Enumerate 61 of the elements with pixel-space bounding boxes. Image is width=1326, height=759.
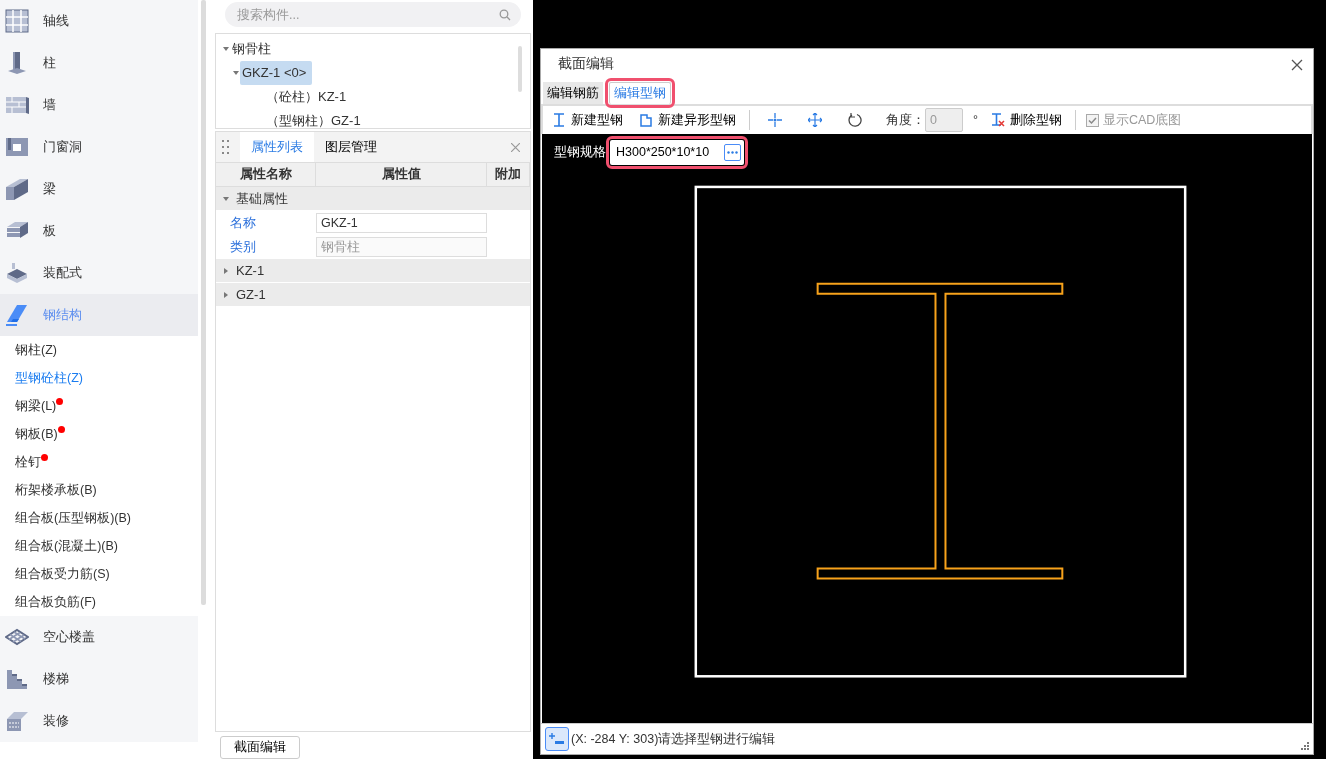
zoom-toggle-button[interactable] — [545, 727, 569, 751]
finish-icon — [5, 709, 29, 733]
column-header: 附加 — [487, 163, 530, 187]
property-name: 名称 — [229, 214, 257, 233]
toolbar-button[interactable]: 新建异形型钢 — [636, 110, 739, 130]
sidebar-item[interactable]: 装配式 — [0, 252, 198, 294]
sidebar-item[interactable]: 空心楼盖 — [0, 616, 198, 658]
opening-icon — [5, 135, 29, 159]
plus-minus-icon — [549, 732, 565, 746]
crosshair-icon[interactable] — [768, 113, 782, 127]
tree-node[interactable]: GKZ-1 <0> — [240, 61, 313, 85]
status-text: (X: -284 Y: 303)请选择型钢进行编辑 — [571, 730, 776, 748]
column-header: 属性名称 — [216, 163, 316, 187]
search-field[interactable]: 搜索构件... — [225, 2, 521, 27]
property-group[interactable]: KZ-1 — [216, 259, 530, 283]
prefab-icon — [5, 261, 29, 285]
grid-icon — [5, 9, 29, 33]
property-group[interactable]: 基础属性 — [216, 187, 530, 211]
sidebar-item[interactable]: 轴线 — [0, 0, 198, 42]
drag-handle-icon — [222, 140, 230, 154]
unit-label: ° — [973, 111, 978, 129]
section-edit-button[interactable]: 截面编辑 — [220, 736, 300, 759]
sidebar-item[interactable]: 装修 — [0, 700, 198, 742]
dialog-title: 截面编辑 — [558, 55, 614, 74]
sidebar-item[interactable]: 门窗洞 — [0, 126, 198, 168]
search-icon — [499, 9, 511, 21]
more-button[interactable] — [724, 143, 741, 161]
sidebar-item[interactable]: 柱 — [0, 42, 198, 84]
sidebar-item[interactable]: 墙 — [0, 84, 198, 126]
dialog-tab[interactable]: 编辑钢筋 — [543, 82, 603, 104]
toolbar-button[interactable]: 删除型钢 — [988, 110, 1065, 130]
sidebar-item[interactable]: 楼梯 — [0, 658, 198, 700]
column-header: 属性值 — [316, 163, 487, 187]
tree-node[interactable]: 钢骨柱 — [230, 37, 277, 61]
checkbox-icon — [1086, 113, 1099, 127]
steel-beam-icon — [5, 303, 29, 327]
move-icon[interactable] — [808, 113, 822, 127]
beam-icon — [5, 177, 29, 201]
scrollbar[interactable] — [201, 0, 206, 605]
stairs-icon — [5, 667, 29, 691]
rotate-icon[interactable] — [848, 113, 862, 127]
property-group[interactable]: GZ-1 — [216, 283, 530, 307]
property-value-field[interactable]: GKZ-1 — [316, 213, 487, 233]
shape-icon — [639, 113, 653, 127]
property-value-field: 钢骨柱 — [316, 237, 487, 257]
i-beam-icon — [552, 113, 566, 127]
property-name: 类别 — [229, 238, 257, 257]
tree-node[interactable]: （型钢柱）GZ-1 — [264, 109, 367, 128]
panel-tab[interactable]: 属性列表 — [240, 132, 314, 162]
field-label: 角度： — [886, 111, 925, 129]
toolbar-button[interactable]: 新建型钢 — [549, 110, 626, 130]
panel-tab[interactable]: 图层管理 — [314, 132, 388, 162]
tree-node[interactable]: （砼柱）KZ-1 — [264, 85, 353, 109]
sidebar-item[interactable]: 梁 — [0, 168, 198, 210]
sidebar-item[interactable]: 板 — [0, 210, 198, 252]
scrollbar[interactable] — [518, 46, 522, 92]
field-label: 型钢规格 — [554, 144, 606, 161]
resize-grip-icon[interactable] — [1301, 742, 1309, 750]
i-beam-delete-icon — [991, 113, 1005, 127]
more-icon — [727, 151, 738, 155]
close-icon[interactable] — [1291, 58, 1303, 71]
